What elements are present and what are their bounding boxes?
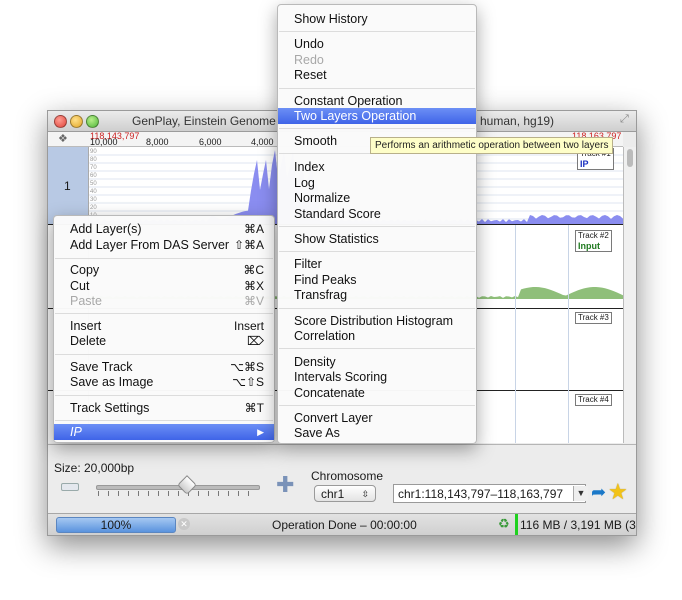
menu-separator (55, 258, 273, 259)
ruler-tick: 10,000 (90, 137, 118, 147)
go-arrow-icon[interactable]: ➦ (591, 482, 606, 503)
menu-item-save-image[interactable]: Save as Image ⌥⇧S (54, 374, 274, 390)
size-label: Size: 20,000bp (54, 461, 135, 475)
operation-tooltip: Performs an arithmetic operation between… (370, 137, 614, 154)
zoom-out-button[interactable] (61, 483, 79, 491)
menu-separator (279, 128, 475, 129)
stop-icon[interactable]: ✕ (178, 518, 190, 530)
menu-item-show-history[interactable]: Show History (278, 11, 476, 27)
track-1-y-axis: 908070 605040 302010 (90, 149, 97, 219)
zoom-window-button[interactable] (86, 115, 99, 128)
window-title-tail: human, hg19) (480, 114, 555, 128)
operation-status: Operation Done – 00:00:00 (272, 518, 417, 532)
track-context-menu: Add Layer(s) ⌘A Add Layer From DAS Server… (53, 215, 275, 443)
menu-item-redo[interactable]: Redo (278, 52, 476, 68)
menu-item-reset[interactable]: Reset (278, 67, 476, 83)
menu-separator (279, 226, 475, 227)
ruler-expand-icon[interactable]: ❖ (58, 132, 68, 145)
memory-indicator (515, 514, 518, 535)
zoom-slider-ticks (98, 491, 258, 496)
menu-item-add-layers[interactable]: Add Layer(s) ⌘A (54, 221, 274, 237)
menu-separator (55, 354, 273, 355)
menu-item-add-layer-das[interactable]: Add Layer From DAS Server ⇧⌘A (54, 237, 274, 253)
menu-item-undo[interactable]: Undo (278, 36, 476, 52)
grid-line (515, 225, 516, 443)
ruler-tick: 8,000 (146, 137, 169, 147)
menu-item-show-statistics[interactable]: Show Statistics (278, 231, 476, 247)
scrollbar-thumb[interactable] (627, 149, 633, 167)
menu-separator (279, 348, 475, 349)
track-number-panel[interactable]: 1 (48, 147, 89, 224)
menu-item-save-track[interactable]: Save Track ⌥⌘S (54, 359, 274, 375)
ruler-tick: 4,000 (251, 137, 274, 147)
chevron-down-icon[interactable]: ▼ (573, 486, 588, 501)
track-name-badge: Track #3 (575, 312, 612, 324)
menu-item-normalize[interactable]: Normalize (278, 190, 476, 206)
grid-line (568, 225, 569, 443)
menu-item-log[interactable]: Log (278, 175, 476, 191)
menu-separator (279, 308, 475, 309)
menu-item-cut[interactable]: Cut ⌘X (54, 278, 274, 294)
window-title: GenPlay, Einstein Genome A (132, 114, 287, 128)
menu-separator (279, 31, 475, 32)
menu-item-find-peaks[interactable]: Find Peaks (278, 272, 476, 288)
track-name-badge: Track #4 (575, 394, 612, 406)
minimize-window-button[interactable] (70, 115, 83, 128)
position-input[interactable]: chr1:118,143,797–118,163,797 (393, 484, 586, 503)
menu-item-index[interactable]: Index (278, 159, 476, 175)
menu-item-insert[interactable]: Insert Insert (54, 318, 274, 334)
menu-item-correlation[interactable]: Correlation (278, 328, 476, 344)
layer-operations-menu: Show History Undo Redo Reset Constant Op… (277, 4, 477, 444)
menu-item-paste[interactable]: Paste ⌘V (54, 293, 274, 309)
status-bar: 100% ✕ Operation Done – 00:00:00 ♻ 116 M… (48, 513, 637, 535)
chromosome-label: Chromosome (311, 469, 384, 483)
menu-item-standard-score[interactable]: Standard Score (278, 206, 476, 222)
menu-item-filter[interactable]: Filter (278, 256, 476, 272)
menu-item-constant-operation[interactable]: Constant Operation (278, 93, 476, 109)
track-name-badge: Track #2 Input (575, 230, 612, 252)
select-arrows-icon: ⇳ (361, 489, 369, 499)
menu-item-score-distribution-histogram[interactable]: Score Distribution Histogram (278, 313, 476, 329)
track-number: 1 (64, 179, 71, 193)
memory-usage: 116 MB / 3,191 MB (3% (520, 518, 637, 532)
chromosome-select[interactable]: chr1 ⇳ (314, 485, 376, 502)
submenu-arrow-icon: ▶ (257, 427, 264, 437)
menu-separator (55, 420, 273, 421)
menu-item-two-layers-operation[interactable]: Two Layers Operation (278, 108, 476, 124)
menu-separator (279, 251, 475, 252)
favorite-star-icon[interactable]: ★ (608, 479, 628, 505)
menu-separator (55, 395, 273, 396)
progress-bar: 100% (56, 517, 176, 533)
menu-item-track-settings[interactable]: Track Settings ⌘T (54, 400, 274, 416)
track-scrollbar[interactable] (623, 147, 636, 443)
menu-item-concatenate[interactable]: Concatenate (278, 385, 476, 401)
garbage-collect-icon[interactable]: ♻ (498, 516, 510, 532)
menu-item-layer-ip[interactable]: IP ▶ (54, 424, 274, 440)
progress-text: 100% (100, 518, 132, 532)
menu-item-save-as[interactable]: Save As (278, 425, 476, 441)
navigation-panel: Size: 20,000bp ✚ Chromosome chr1 ⇳ chr1:… (48, 444, 636, 513)
menu-item-intervals-scoring[interactable]: Intervals Scoring (278, 369, 476, 385)
menu-item-convert-layer[interactable]: Convert Layer (278, 410, 476, 426)
close-window-button[interactable] (54, 115, 67, 128)
menu-item-transfrag[interactable]: Transfrag (278, 287, 476, 303)
menu-separator (279, 88, 475, 89)
zoom-in-button[interactable]: ✚ (276, 474, 294, 496)
menu-item-density[interactable]: Density (278, 354, 476, 370)
ruler-tick: 6,000 (199, 137, 222, 147)
menu-separator (279, 405, 475, 406)
menu-item-copy[interactable]: Copy ⌘C (54, 262, 274, 278)
menu-separator (55, 313, 273, 314)
chromosome-value: chr1 (321, 487, 345, 501)
menu-item-delete[interactable]: Delete ⌦ (54, 333, 274, 349)
fullscreen-icon[interactable]: ⤢ (620, 113, 629, 126)
